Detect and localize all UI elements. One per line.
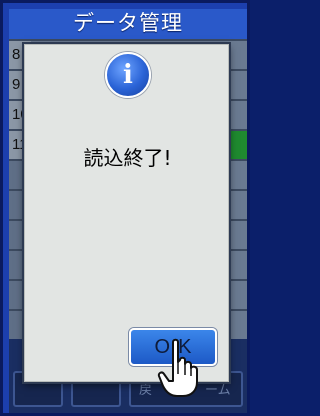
pointer-hand-icon — [157, 338, 198, 397]
page-title: データ管理 — [9, 9, 247, 39]
dialog-message: 読込終了! — [83, 146, 172, 170]
info-dialog: i 読込終了! OK — [24, 44, 229, 382]
info-icon: i — [105, 52, 151, 98]
